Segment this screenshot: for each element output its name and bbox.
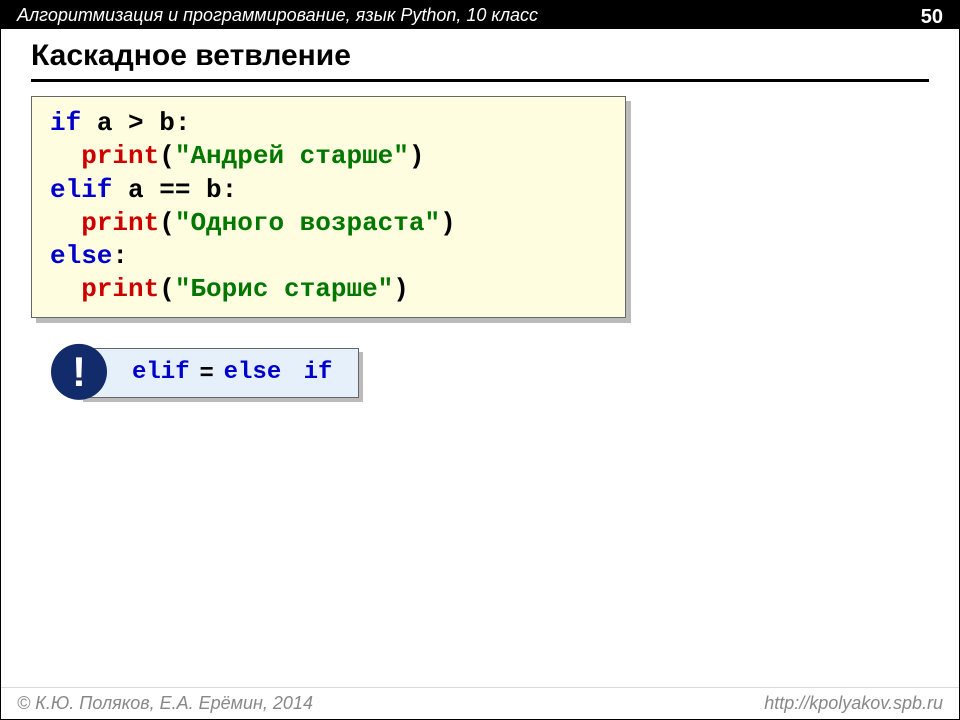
func-print: print <box>81 274 159 304</box>
code-line-3: elif a == b: <box>50 174 607 207</box>
slide-header: Алгоритмизация и программирование, язык … <box>1 1 959 29</box>
func-print: print <box>81 208 159 238</box>
paren: ) <box>440 208 456 238</box>
copyright: © К.Ю. Поляков, Е.А. Ерёмин, 2014 <box>17 693 313 714</box>
code-block: if a > b: print("Андрей старше") elif a … <box>31 96 626 318</box>
code-text: a == b: <box>112 175 237 205</box>
keyword-if: if <box>50 108 81 138</box>
keyword-else: else <box>50 241 112 271</box>
footer-url: http://kpolyakov.spb.ru <box>764 693 943 714</box>
paren: ) <box>409 141 425 171</box>
note-box: elif = else if <box>79 348 359 398</box>
course-title: Алгоритмизация и программирование, язык … <box>17 5 538 26</box>
title-underline <box>31 79 929 82</box>
string-literal: "Борис старше" <box>175 274 393 304</box>
slide-title: Каскадное ветвление <box>1 29 959 79</box>
note-if: if <box>304 359 333 386</box>
attention-icon: ! <box>51 343 107 399</box>
paren: ) <box>393 274 409 304</box>
code-line-5: else: <box>50 240 607 273</box>
note-elif: elif <box>132 359 190 386</box>
string-literal: "Одного возраста" <box>175 208 440 238</box>
note-row: ! elif = else if <box>79 348 959 398</box>
indent <box>50 208 81 238</box>
string-literal: "Андрей старше" <box>175 141 409 171</box>
indent <box>50 274 81 304</box>
code-line-4: print("Одного возраста") <box>50 207 607 240</box>
slide-footer: © К.Ю. Поляков, Е.А. Ерёмин, 2014 http:/… <box>1 687 959 719</box>
paren: ( <box>159 208 175 238</box>
colon: : <box>112 241 128 271</box>
indent <box>50 141 81 171</box>
code-line-1: if a > b: <box>50 107 607 140</box>
note-else: else <box>224 359 282 386</box>
paren: ( <box>159 141 175 171</box>
code-text: a > b: <box>81 108 190 138</box>
code-line-6: print("Борис старше") <box>50 273 607 306</box>
page-number: 50 <box>921 6 943 29</box>
func-print: print <box>81 141 159 171</box>
note-equals: = <box>194 359 220 387</box>
code-line-2: print("Андрей старше") <box>50 140 607 173</box>
paren: ( <box>159 274 175 304</box>
keyword-elif: elif <box>50 175 112 205</box>
